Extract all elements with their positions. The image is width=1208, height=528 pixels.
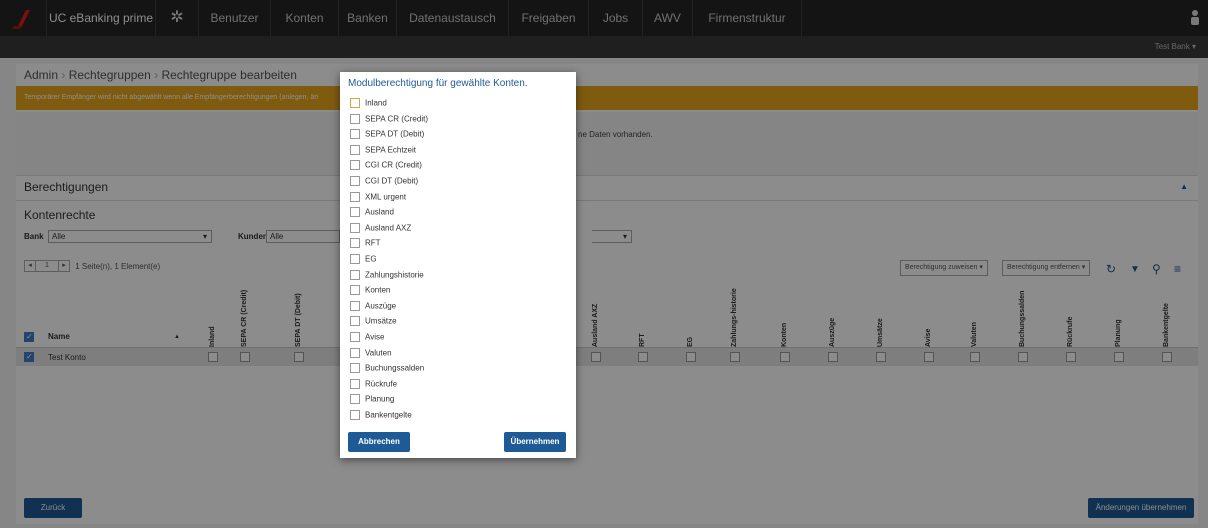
option-label: CGI DT (Debit) [365,176,419,186]
option-checkbox[interactable] [350,269,360,280]
option-checkbox[interactable] [350,285,360,296]
option-checkbox[interactable] [350,410,360,420]
option-label: Konten [365,285,391,295]
option-checkbox[interactable] [350,176,360,186]
option-label: Buchungssalden [365,363,425,373]
modal-option[interactable]: Inland [350,98,387,110]
modal-option[interactable]: Zahlungshistorie [350,269,424,282]
modal-option[interactable]: SEPA CR (Credit) [350,113,428,126]
option-checkbox[interactable] [350,347,360,358]
modal-option[interactable]: CGI CR (Credit) [350,160,422,172]
modal-option[interactable]: Buchungssalden [350,363,424,375]
option-label: SEPA Echtzeit [365,145,416,155]
option-label: XML urgent [365,192,407,202]
option-checkbox[interactable] [350,316,360,327]
option-checkbox[interactable] [350,144,360,155]
option-label: RFT [365,238,381,248]
modal-option[interactable]: Rückrufe [350,378,398,391]
modal-option[interactable]: Valuten [350,347,392,360]
option-label: Bankentgelte [365,410,412,420]
option-checkbox[interactable] [350,254,360,264]
option-checkbox[interactable] [350,98,360,108]
option-label: EG [365,254,377,264]
option-label: Zahlungshistorie [365,270,424,280]
option-checkbox[interactable] [350,129,360,140]
option-checkbox[interactable] [350,378,360,389]
option-label: Rückrufe [365,379,398,389]
apply-button[interactable]: Übernehmen [504,432,566,452]
option-checkbox[interactable] [350,394,360,405]
option-label: Planung [365,394,395,404]
option-checkbox[interactable] [350,363,360,374]
modal-option[interactable]: SEPA Echtzeit [350,144,416,157]
modal-option[interactable]: Ausland [350,207,394,219]
modal-option[interactable]: Ausland AXZ [350,222,412,235]
option-label: Valuten [365,348,392,358]
permission-modal: Modulberechtigung für gewählte Konten. I… [340,72,576,458]
option-label: SEPA DT (Debit) [365,129,425,139]
modal-option[interactable]: XML urgent [350,191,407,204]
option-label: Umsätze [365,316,397,326]
modal-option[interactable]: Konten [350,285,390,297]
option-checkbox[interactable] [350,222,360,233]
option-checkbox[interactable] [350,332,360,342]
option-checkbox[interactable] [350,207,360,218]
option-label: Auszüge [365,301,397,311]
modal-option[interactable]: Planung [350,394,394,406]
option-label: Ausland AXZ [365,223,412,233]
modal-title: Modulberechtigung für gewählte Konten. [348,78,528,89]
modal-option[interactable]: CGI DT (Debit) [350,176,418,188]
modal-option[interactable]: RFT [350,238,381,250]
modal-option[interactable]: Auszüge [350,300,397,313]
cancel-button[interactable]: Abbrechen [348,432,410,452]
modal-option[interactable]: EG [350,254,377,266]
modal-backdrop[interactable] [0,0,1208,528]
modal-option[interactable]: Umsätze [350,316,397,328]
modal-option[interactable]: SEPA DT (Debit) [350,129,424,141]
option-label: SEPA CR (Credit) [365,114,428,124]
option-checkbox[interactable] [350,191,360,202]
option-label: CGI CR (Credit) [365,160,422,170]
option-checkbox[interactable] [350,238,360,249]
option-checkbox[interactable] [350,300,360,311]
modal-option[interactable]: Avise [350,332,384,344]
option-label: Ausland [365,207,394,217]
option-label: Avise [365,332,385,342]
option-checkbox[interactable] [350,113,360,124]
option-label: Inland [365,98,387,108]
option-checkbox[interactable] [350,160,360,171]
modal-option[interactable]: Bankentgelte [350,410,412,422]
